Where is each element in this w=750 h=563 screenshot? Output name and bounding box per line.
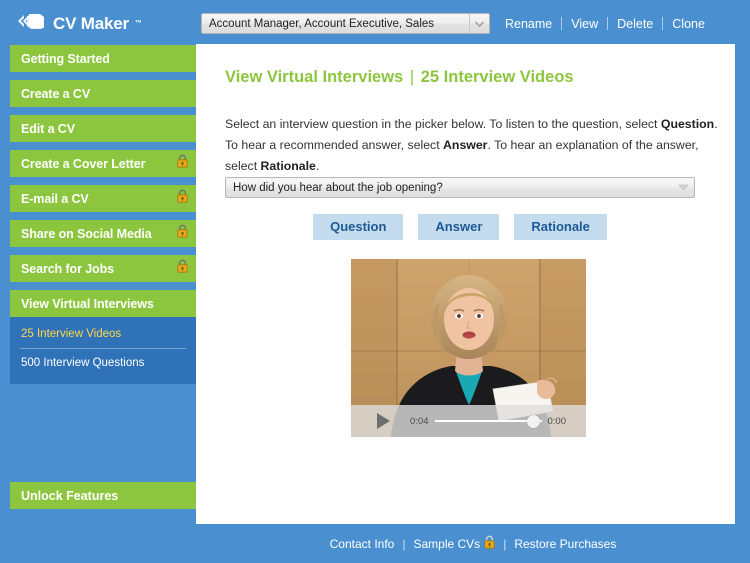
sidebar-item-label: Getting Started [21,51,110,66]
cv-document-select-value: Account Manager, Account Executive, Sale… [209,17,435,30]
page-description: Select an interview question in the pick… [225,114,719,177]
video-scrubber-knob[interactable] [526,414,540,428]
sidebar-submenu: 25 Interview Videos 500 Interview Questi… [10,317,196,384]
sidebar-item-getting-started[interactable]: Getting Started [10,45,196,72]
lock-icon [484,535,495,552]
description-bold-question: Question [660,117,715,131]
restore-purchases-label: Restore Purchases [514,536,617,551]
unlock-features-button[interactable]: Unlock Features [10,482,196,509]
footer-separator: | [503,536,507,551]
lock-icon [177,154,188,173]
chevron-down-icon [469,14,489,33]
app-logo: CV Maker ™ [14,11,142,35]
description-bold-rationale: Rationale [260,159,316,174]
sidebar-item-share-on-social-media[interactable]: Share on Social Media [10,220,196,247]
chevron-down-icon [672,178,694,197]
video-scrubber[interactable] [434,414,542,428]
lock-icon [177,224,188,243]
sidebar-item-label: View Virtual Interviews [21,296,154,311]
sidebar-item-create-a-cv[interactable]: Create a CV [10,80,196,107]
sample-cvs-label: Sample CVs [413,536,481,551]
lock-icon [177,259,188,278]
video-scrubber-track [434,420,542,422]
restore-purchases-link[interactable]: Restore Purchases [514,537,616,551]
submenu-item-label: 25 Interview Videos [21,328,122,340]
rationale-button[interactable]: Rationale [514,214,607,240]
footer: Contact Info | Sample CVs | Restore Purc… [196,524,750,563]
sidebar-item-label: Edit a CV [21,121,75,136]
sidebar: CV Maker ™ Getting Started Create a CV E… [0,0,196,563]
clone-button[interactable]: Clone [663,17,714,31]
sidebar-item-label: Create a CV [21,86,91,101]
interview-video-player[interactable]: 0:04 0:00 [351,259,586,437]
cv-document-select[interactable]: Account Manager, Account Executive, Sale… [201,13,490,34]
main-panel: View Virtual Interviews | 25 Interview V… [196,44,735,524]
description-part-4: . [315,159,320,174]
rename-button[interactable]: Rename [496,17,561,31]
sidebar-item-create-a-cover-letter[interactable]: Create a Cover Letter [10,150,196,177]
pages-chevron-icon [14,10,48,37]
app-root: CV Maker ™ Getting Started Create a CV E… [0,0,750,563]
page-title-secondary: 25 Interview Videos [420,68,574,86]
topbar-actions: Rename View Delete Clone [496,13,714,34]
sidebar-item-label: E-mail a CV [21,191,89,206]
page-title: View Virtual Interviews | 25 Interview V… [225,68,574,87]
view-button[interactable]: View [562,17,607,31]
interview-question-picker[interactable]: How did you hear about the job opening? [225,177,695,198]
answer-button[interactable]: Answer [418,214,500,240]
video-time-elapsed: 0:04 [410,415,429,427]
audio-playback-buttons: Question Answer Rationale [225,214,695,240]
submenu-item-label: 500 Interview Questions [21,357,145,369]
sidebar-nav: Getting Started Create a CV Edit a CV Cr… [10,45,196,392]
lock-icon [177,189,188,208]
footer-separator: | [402,536,406,551]
interview-question-picker-value: How did you hear about the job opening? [233,181,443,194]
sample-cvs-link[interactable]: Sample CVs [413,535,495,552]
topbar: Account Manager, Account Executive, Sale… [196,0,750,44]
question-button[interactable]: Question [313,214,404,240]
submenu-item-500-interview-questions[interactable]: 500 Interview Questions [10,349,196,377]
description-part-1: Select an interview question in the pick… [225,117,661,131]
delete-button[interactable]: Delete [608,17,662,31]
description-bold-answer: Answer [443,138,488,153]
sidebar-item-search-for-jobs[interactable]: Search for Jobs [10,255,196,282]
play-icon[interactable] [377,413,390,429]
video-time-remaining: 0:00 [547,415,567,427]
submenu-item-25-interview-videos[interactable]: 25 Interview Videos [10,320,196,348]
logo-trademark: ™ [134,19,142,27]
unlock-features-label: Unlock Features [21,488,119,503]
sidebar-item-edit-a-cv[interactable]: Edit a CV [10,115,196,142]
sidebar-item-view-virtual-interviews[interactable]: View Virtual Interviews [10,290,196,317]
page-title-primary: View Virtual Interviews [225,68,404,86]
video-controls: 0:04 0:00 [351,405,586,437]
logo-text: CV Maker [53,13,129,33]
contact-info-label: Contact Info [329,536,395,551]
sidebar-item-label: Create a Cover Letter [21,156,146,171]
page-title-divider: | [409,68,415,86]
sidebar-item-label: Share on Social Media [21,226,152,241]
sidebar-item-e-mail-a-cv[interactable]: E-mail a CV [10,185,196,212]
sidebar-item-label: Search for Jobs [21,261,114,276]
contact-info-link[interactable]: Contact Info [330,537,395,551]
